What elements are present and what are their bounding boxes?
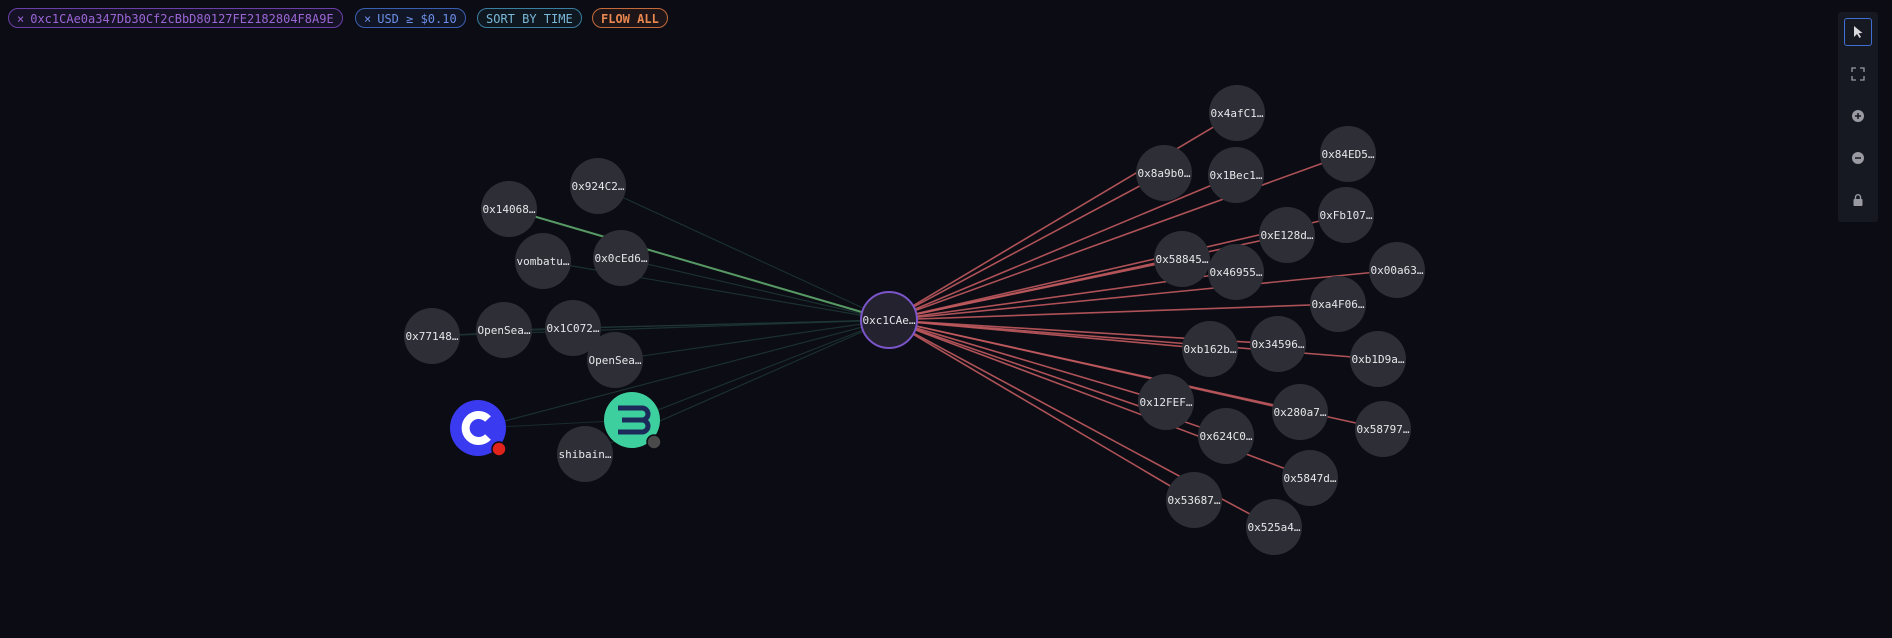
node-label: 0x924C2… [572, 180, 625, 193]
outflow-node[interactable]: 0xE128d… [1259, 207, 1315, 263]
transaction-flow-graph[interactable]: 0x924C2… 0x14068… vombatu… 0x0cEd6… 0x77148…… [0, 0, 1892, 638]
node-label: OpenSea… [589, 354, 642, 367]
graph-toolbar [1838, 12, 1878, 222]
inflow-node[interactable]: 0x14068… [481, 181, 537, 237]
node-label: 0x00a63… [1371, 264, 1424, 277]
node-label: 0x0cEd6… [595, 252, 648, 265]
node-label: 0x84ED5… [1322, 148, 1375, 161]
node-label: 0xb162b… [1184, 343, 1237, 356]
inflow-node[interactable]: OpenSea… [476, 302, 532, 358]
inflow-node[interactable]: 0x924C2… [570, 158, 626, 214]
b-logo-node[interactable] [604, 392, 662, 450]
status-badge [491, 441, 507, 457]
node-label: 0xE128d… [1261, 229, 1314, 242]
outflow-node[interactable]: 0x58845… [1154, 231, 1210, 287]
outflow-node[interactable]: 0x46955… [1208, 244, 1264, 300]
node-label: 0xc1CAe… [863, 314, 916, 327]
inflow-node[interactable]: OpenSea… [587, 332, 643, 388]
outflow-node[interactable]: 0x4afC1… [1209, 85, 1265, 141]
inflow-edge [631, 319, 890, 421]
node-label: 0xb1D9a… [1352, 353, 1405, 366]
node-label: 0x624C0… [1200, 430, 1253, 443]
center-node[interactable]: 0xc1CAe… [860, 291, 918, 349]
outflow-node[interactable]: 0x00a63… [1369, 242, 1425, 298]
lock-button[interactable] [1844, 186, 1872, 214]
zoom-out-icon [1852, 152, 1864, 164]
fit-view-button[interactable] [1844, 60, 1872, 88]
graph-nodes: 0x924C2… 0x14068… vombatu… 0x0cEd6… 0x77148…… [404, 85, 1425, 555]
outflow-node[interactable]: 0xa4F06… [1310, 276, 1366, 332]
node-label: 0x1Bec1… [1210, 169, 1263, 182]
inflow-edge [477, 319, 890, 429]
node-label: 0x77148… [406, 330, 459, 343]
node-label: 0x53687… [1168, 494, 1221, 507]
node-label: 0x14068… [483, 203, 536, 216]
inflow-node[interactable]: 0x77148… [404, 308, 460, 364]
outflow-node[interactable]: 0xb1D9a… [1350, 331, 1406, 387]
inflow-node[interactable]: 0x0cEd6… [593, 230, 649, 286]
outflow-node[interactable]: 0x624C0… [1198, 408, 1254, 464]
outflow-node[interactable]: 0x58797… [1355, 401, 1411, 457]
node-label: 0x5847d… [1284, 472, 1337, 485]
node-label: 0xa4F06… [1312, 298, 1365, 311]
node-label: 0x58797… [1357, 423, 1410, 436]
inflow-node[interactable]: shibain… [557, 426, 613, 482]
outflow-node[interactable]: 0xFb107… [1318, 187, 1374, 243]
outflow-node[interactable]: 0x280a7… [1272, 384, 1328, 440]
outflow-node[interactable]: 0x12FEF… [1138, 374, 1194, 430]
outflow-edge [888, 112, 1238, 321]
node-label: shibain… [559, 448, 612, 461]
outflow-node[interactable]: 0x34596… [1250, 316, 1306, 372]
expand-icon [1851, 67, 1865, 81]
node-label: 0x46955… [1210, 266, 1263, 279]
node-label: 0x58845… [1156, 253, 1209, 266]
node-label: 0x8a9b0… [1138, 167, 1191, 180]
cursor-icon [1854, 26, 1863, 38]
outflow-node[interactable]: 0x525a4… [1246, 499, 1302, 555]
node-label: 0x4afC1… [1211, 107, 1264, 120]
outflow-node[interactable]: 0x1Bec1… [1208, 147, 1264, 203]
node-label: 0x34596… [1252, 338, 1305, 351]
node-label: vombatu… [517, 255, 570, 268]
outflow-node[interactable]: 0x84ED5… [1320, 126, 1376, 182]
outflow-edge [888, 172, 1165, 321]
inflow-node[interactable]: vombatu… [515, 233, 571, 289]
node-label: 0xFb107… [1320, 209, 1373, 222]
outflow-node[interactable]: 0x8a9b0… [1136, 145, 1192, 201]
node-label: OpenSea… [478, 324, 531, 337]
node-label: 0x280a7… [1274, 406, 1327, 419]
outflow-node[interactable]: 0x5847d… [1282, 450, 1338, 506]
outflow-node[interactable]: 0xb162b… [1182, 321, 1238, 377]
node-label: 0x525a4… [1248, 521, 1301, 534]
inflow-edge [620, 257, 890, 321]
node-label: 0x12FEF… [1140, 396, 1193, 409]
outflow-node[interactable]: 0x53687… [1166, 472, 1222, 528]
zoom-in-icon [1852, 110, 1864, 122]
status-badge [646, 434, 662, 450]
zoom-in-button[interactable] [1844, 102, 1872, 130]
select-tool-button[interactable] [1844, 18, 1872, 46]
lock-icon [1853, 194, 1863, 206]
c-logo-node[interactable] [450, 400, 507, 457]
node-label: 0x1C072… [547, 322, 600, 335]
zoom-out-button[interactable] [1844, 144, 1872, 172]
